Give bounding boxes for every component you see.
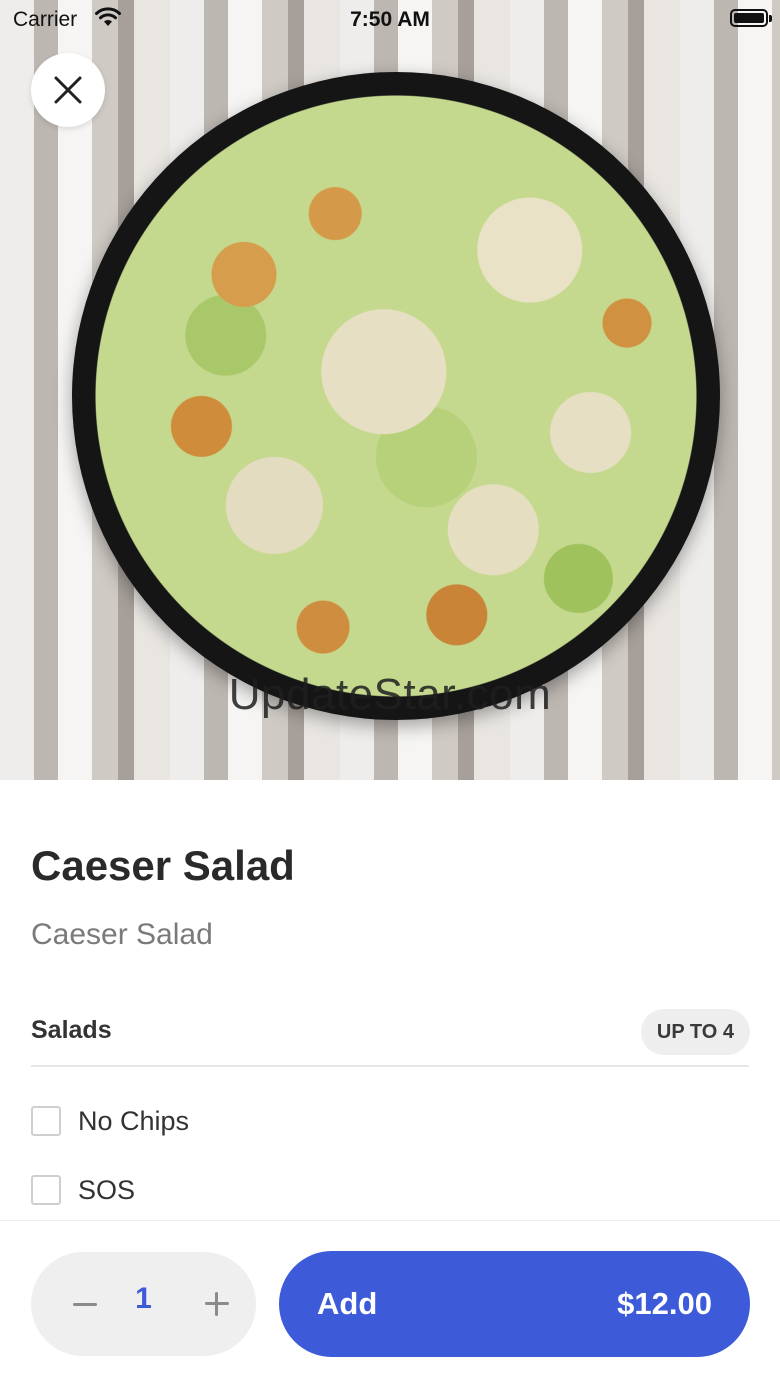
price-label: $12.00	[617, 1286, 712, 1321]
option-label: No Chips	[78, 1105, 190, 1136]
plus-icon[interactable]	[195, 1289, 239, 1319]
add-to-cart-button[interactable]: Add $12.00	[279, 1251, 750, 1357]
hero-image: UpdateStar.com	[0, 0, 780, 780]
quantity-value: 1	[135, 1282, 152, 1315]
checkbox[interactable]	[31, 1175, 61, 1205]
watermark: UpdateStar.com	[228, 670, 552, 719]
limit-badge: UP TO 4	[640, 1009, 750, 1055]
minus-icon[interactable]	[63, 1289, 107, 1319]
add-label: Add	[317, 1286, 378, 1321]
item-description: Caeser Salad	[31, 918, 213, 951]
option-label: SOS	[78, 1174, 136, 1205]
option-sos[interactable]: SOS	[31, 1173, 135, 1207]
clock: 7:50 AM	[350, 8, 430, 31]
option-no-chips[interactable]: No Chips	[31, 1104, 189, 1138]
battery-icon	[730, 9, 772, 27]
checkbox[interactable]	[31, 1106, 61, 1136]
status-bar: Carrier 7:50 AM	[0, 0, 780, 40]
section-title: Salads	[31, 1016, 112, 1044]
quantity-stepper: 1	[31, 1252, 256, 1356]
salad-image	[92, 92, 700, 700]
close-button[interactable]	[31, 53, 105, 127]
divider	[31, 1065, 749, 1067]
item-title: Caeser Salad	[31, 842, 295, 889]
close-icon	[54, 76, 82, 104]
